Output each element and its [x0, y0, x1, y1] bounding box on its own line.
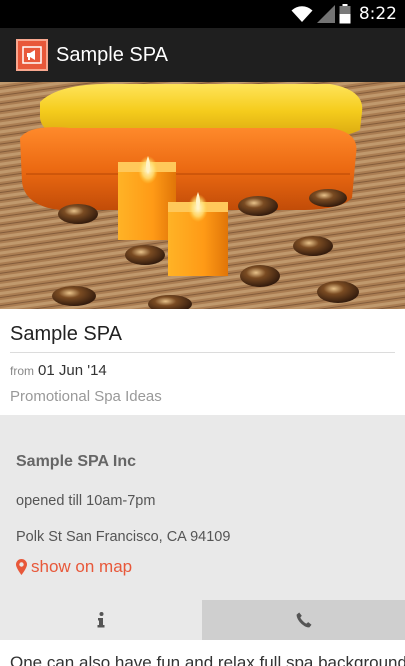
date-prefix: from — [10, 364, 34, 378]
wifi-icon — [291, 6, 313, 22]
status-icons: 8:22 — [291, 3, 397, 25]
info-icon — [97, 612, 105, 628]
business-address: Polk St San Francisco, CA 94109 — [16, 529, 231, 545]
listing-category: Promotional Spa Ideas — [10, 388, 162, 405]
map-marker-icon — [16, 559, 27, 575]
megaphone-icon[interactable] — [16, 39, 48, 71]
listing-title: Sample SPA — [10, 323, 122, 345]
description-text: One can also have fun and relax full spa… — [10, 653, 405, 666]
phone-icon — [296, 612, 311, 628]
description-preview: One can also have fun and relax full spa… — [10, 652, 405, 666]
listing-header: Sample SPA from 01 Jun '14 Promotional Sp… — [0, 309, 405, 415]
business-name: Sample SPA Inc — [16, 453, 137, 470]
tab-info[interactable] — [0, 600, 202, 640]
signal-icon — [316, 5, 335, 23]
status-bar: 8:22 — [0, 0, 405, 28]
listing-date: 01 Jun '14 — [38, 362, 107, 379]
business-hours: opened till 10am-7pm — [16, 493, 156, 509]
app-bar: Sample SPA — [0, 28, 405, 82]
date-row: from 01 Jun '14 — [10, 362, 107, 379]
tab-phone[interactable] — [202, 600, 405, 640]
status-time: 8:22 — [358, 4, 397, 24]
business-info-panel: Sample SPA Inc opened till 10am-7pm Polk… — [0, 415, 405, 600]
show-on-map-link[interactable]: show on map — [16, 557, 132, 577]
app-title: Sample SPA — [56, 43, 168, 66]
hero-image — [0, 82, 405, 309]
divider — [10, 352, 395, 353]
detail-tabs — [0, 600, 405, 640]
battery-icon — [339, 4, 351, 24]
show-on-map-label: show on map — [31, 557, 133, 576]
